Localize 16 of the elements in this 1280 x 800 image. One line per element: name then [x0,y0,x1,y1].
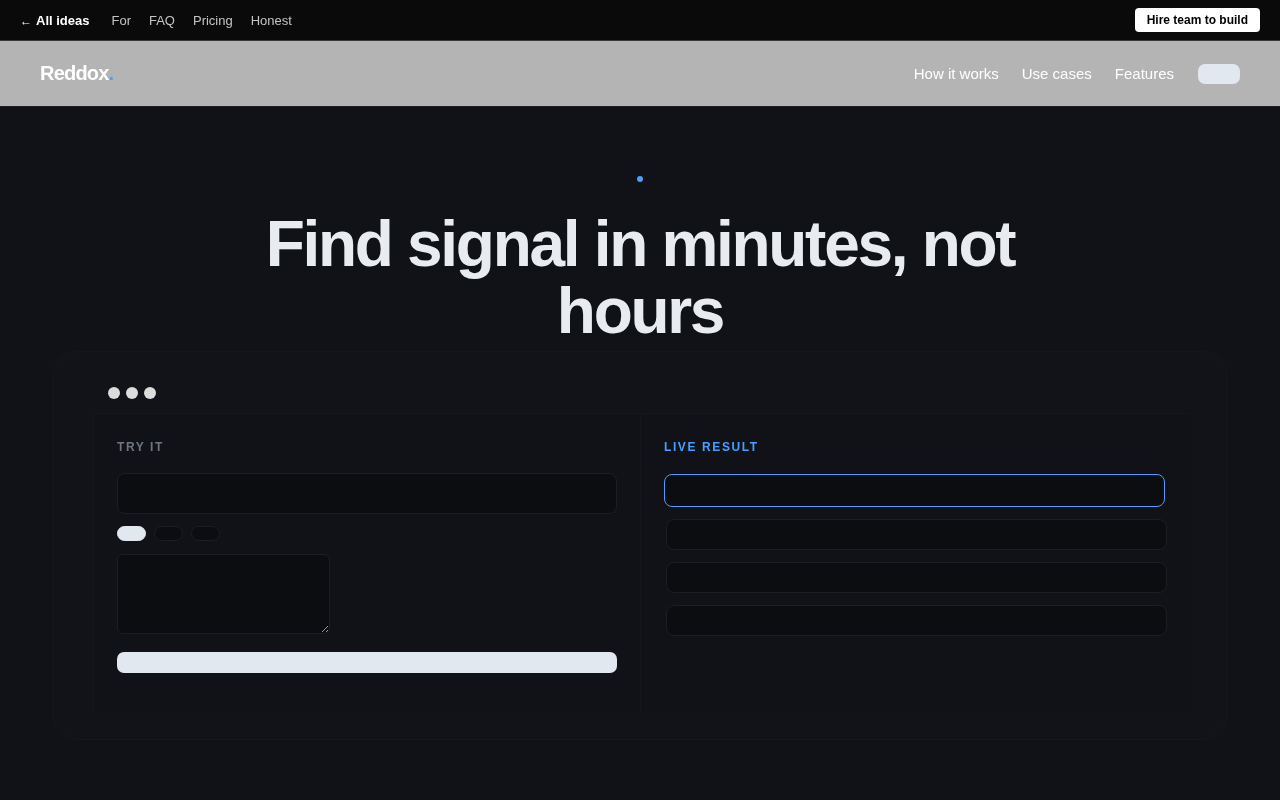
panel-label: LIVE RESULT [664,440,760,454]
panel-label: TRY IT [117,440,165,454]
window-dot-icon [108,387,120,399]
back-link[interactable]: ← All ideas [20,12,90,28]
hero-title: Find signal in minutes, not hours [264,211,1016,345]
top-nav-link[interactable]: Honest [250,12,292,28]
header-button[interactable] [1198,63,1240,84]
dot-icon [637,176,643,182]
top-nav-link[interactable]: Pricing [193,12,233,28]
submit-button[interactable] [117,652,617,673]
window-dot-icon [126,387,138,399]
text-area[interactable] [117,554,330,634]
top-nav-link[interactable]: For [111,12,131,28]
window-dot-icon [144,387,156,399]
top-nav-link[interactable]: FAQ [148,12,175,28]
hire-team-button[interactable]: Hire team to build [1134,8,1260,32]
